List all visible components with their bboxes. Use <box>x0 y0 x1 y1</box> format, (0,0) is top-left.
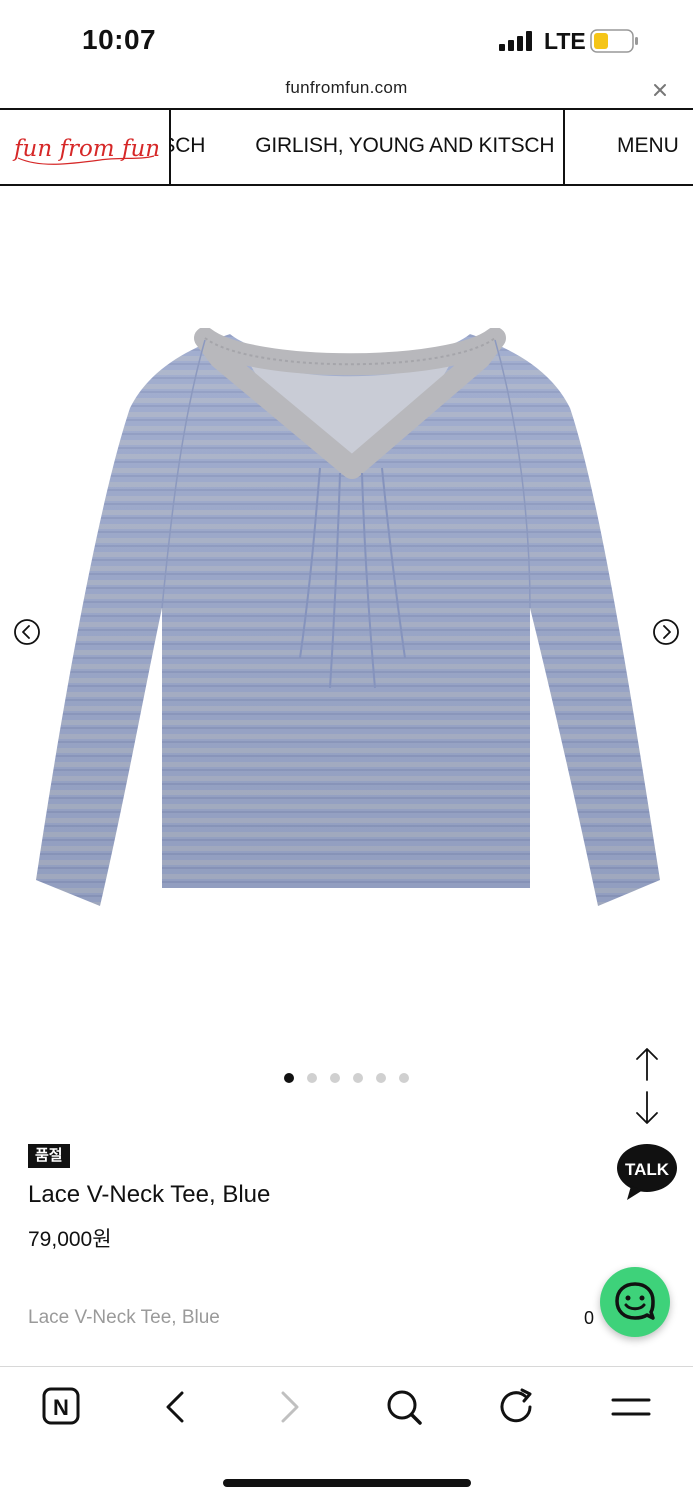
marquee-item: GIRLISH, YOUNG AND KITSCH <box>171 134 206 157</box>
kakao-talk-button[interactable]: TALK <box>615 1142 679 1202</box>
slide-dot[interactable] <box>353 1073 363 1083</box>
prev-slide-icon[interactable] <box>13 618 41 646</box>
product-image[interactable] <box>30 328 662 908</box>
slide-dot[interactable] <box>330 1073 340 1083</box>
close-icon[interactable] <box>648 78 672 102</box>
battery-icon <box>590 29 638 53</box>
status-bar: 10:07 LTE <box>0 0 693 70</box>
marquee-item: GIRLISH, YOUNG AND KITSCH <box>255 134 555 157</box>
signal-icon <box>499 31 532 51</box>
naver-home-icon[interactable]: N <box>42 1387 82 1427</box>
product-gallery[interactable] <box>0 188 693 1098</box>
slide-indicator[interactable] <box>284 1073 409 1083</box>
back-icon[interactable] <box>155 1387 195 1427</box>
scroll-bottom-icon[interactable] <box>634 1090 660 1126</box>
marquee-banner: GIRLISH, YOUNG AND KITSCH GIRLISH, YOUNG … <box>171 110 565 184</box>
status-time: 10:07 <box>82 24 157 55</box>
chat-icon <box>615 1282 655 1320</box>
forward-icon[interactable] <box>270 1387 310 1427</box>
menu-button[interactable]: MENU <box>565 110 693 184</box>
brand-logo: fun from fun <box>12 136 160 165</box>
soldout-badge: 품절 <box>28 1144 70 1168</box>
browser-toolbar: N <box>0 1367 693 1449</box>
selected-option-row: Lace V-Neck Tee, Blue 0 <box>28 1307 608 1337</box>
url-bar[interactable]: funfromfun.com <box>0 72 693 108</box>
slide-dot[interactable] <box>307 1073 317 1083</box>
search-icon[interactable] <box>384 1387 424 1427</box>
product-name: Lace V-Neck Tee, Blue <box>28 1181 271 1208</box>
site-header: fun from fun GIRLISH, YOUNG AND KITSCHGI… <box>0 108 693 186</box>
home-indicator <box>223 1479 471 1487</box>
reload-icon[interactable] <box>497 1387 537 1427</box>
network-type: LTE <box>544 28 586 54</box>
next-slide-icon[interactable] <box>652 618 680 646</box>
menu-label[interactable]: MENU <box>617 134 679 158</box>
logo-link[interactable]: fun from fun <box>0 110 171 184</box>
scroll-top-icon[interactable] <box>634 1046 660 1082</box>
slide-dot[interactable] <box>284 1073 294 1083</box>
menu-icon[interactable] <box>611 1387 651 1427</box>
selected-option-quantity: 0 <box>584 1308 595 1328</box>
product-price: 79,000원 <box>28 1228 112 1251</box>
slide-dot[interactable] <box>399 1073 409 1083</box>
home-label: N <box>53 1395 69 1420</box>
url-domain[interactable]: funfromfun.com <box>0 78 693 98</box>
slide-dot[interactable] <box>376 1073 386 1083</box>
talk-label: TALK <box>625 1160 670 1179</box>
chat-button[interactable] <box>600 1267 670 1337</box>
selected-option-name: Lace V-Neck Tee, Blue <box>28 1307 220 1328</box>
